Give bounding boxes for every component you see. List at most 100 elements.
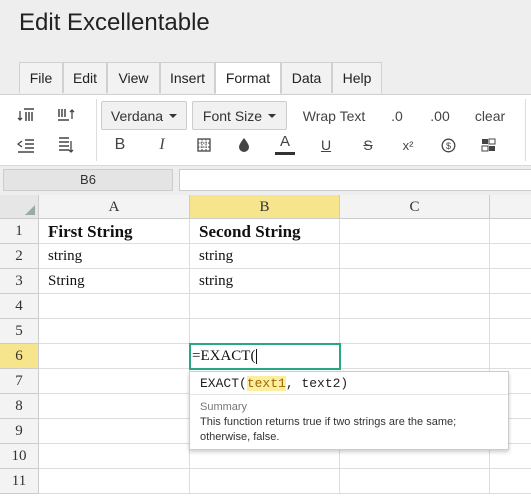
cell-d6[interactable] bbox=[490, 344, 531, 369]
cell-b3[interactable]: string bbox=[190, 269, 340, 294]
cell-a5[interactable] bbox=[39, 319, 190, 344]
chevron-down-icon bbox=[268, 113, 277, 118]
cell-a10[interactable] bbox=[39, 444, 190, 469]
row-header-3[interactable]: 3 bbox=[0, 269, 39, 294]
strikethrough-button[interactable]: S bbox=[356, 132, 380, 158]
svg-text:$: $ bbox=[445, 141, 450, 151]
cell-c4[interactable] bbox=[340, 294, 490, 319]
clear-format-button[interactable]: clear bbox=[470, 101, 510, 130]
currency-format-icon[interactable]: $ bbox=[436, 132, 460, 158]
font-size-select[interactable]: Font Size bbox=[192, 101, 287, 130]
row-header-6[interactable]: 6 bbox=[0, 344, 39, 369]
conditional-format-icon[interactable] bbox=[476, 132, 500, 158]
formula-input[interactable] bbox=[179, 169, 531, 191]
select-all-corner[interactable] bbox=[0, 195, 39, 219]
cell-b4[interactable] bbox=[190, 294, 340, 319]
row-header-5[interactable]: 5 bbox=[0, 319, 39, 344]
cell-c2[interactable] bbox=[340, 244, 490, 269]
tab-format[interactable]: Format bbox=[215, 62, 281, 94]
font-family-select[interactable]: Verdana bbox=[101, 101, 187, 130]
cell-reference[interactable]: B6 bbox=[3, 169, 173, 191]
row-header-8[interactable]: 8 bbox=[0, 394, 39, 419]
align-bottom-icon[interactable] bbox=[55, 103, 79, 127]
row-header-1[interactable]: 1 bbox=[0, 219, 39, 244]
page-title: Edit Excellentable bbox=[19, 9, 210, 36]
popup-divider bbox=[190, 394, 508, 395]
font-family-label: Verdana bbox=[110, 107, 164, 124]
tab-view[interactable]: View bbox=[107, 62, 160, 93]
cell-a11[interactable] bbox=[39, 469, 190, 494]
cell-a9[interactable] bbox=[39, 419, 190, 444]
font-color-button[interactable]: A bbox=[272, 130, 298, 158]
cell-c5[interactable] bbox=[340, 319, 490, 344]
row-header-10[interactable]: 10 bbox=[0, 444, 39, 469]
fill-color-icon[interactable] bbox=[232, 132, 256, 158]
cell-c1[interactable] bbox=[340, 219, 490, 244]
cell-a1[interactable]: First String bbox=[39, 219, 190, 244]
toolbar-divider bbox=[96, 99, 97, 161]
italic-button[interactable]: I bbox=[150, 132, 174, 158]
summary-label: Summary bbox=[200, 401, 248, 413]
function-signature[interactable]: EXACT(text1, text2) bbox=[200, 376, 348, 391]
cell-c3[interactable] bbox=[340, 269, 490, 294]
formula-bar: B6 bbox=[0, 165, 531, 196]
font-size-label: Font Size bbox=[202, 107, 263, 124]
cell-a2[interactable]: string bbox=[39, 244, 190, 269]
tab-file[interactable]: File bbox=[19, 62, 63, 93]
row-header-9[interactable]: 9 bbox=[0, 419, 39, 444]
cell-c11[interactable] bbox=[340, 469, 490, 494]
bold-button[interactable]: B bbox=[108, 132, 132, 158]
formula-autocomplete-popup: EXACT(text1, text2) Summary This functio… bbox=[189, 371, 509, 450]
active-parameter: text1 bbox=[246, 376, 286, 391]
decrease-decimals-button[interactable]: .0 bbox=[382, 101, 412, 130]
cell-d11[interactable] bbox=[490, 469, 531, 494]
increase-decimals-button[interactable]: .00 bbox=[424, 101, 456, 130]
cell-b5[interactable] bbox=[190, 319, 340, 344]
cell-editor-text: =EXACT( bbox=[192, 348, 256, 364]
wrap-text-button[interactable]: Wrap Text bbox=[296, 101, 372, 130]
outdent-icon[interactable] bbox=[14, 133, 38, 157]
cell-d4[interactable] bbox=[490, 294, 531, 319]
tab-edit[interactable]: Edit bbox=[63, 62, 107, 93]
borders-icon[interactable] bbox=[192, 132, 216, 158]
column-header-a[interactable]: A bbox=[39, 195, 190, 219]
cell-d3[interactable] bbox=[490, 269, 531, 294]
cell-a3[interactable]: String bbox=[39, 269, 190, 294]
cell-d2[interactable] bbox=[490, 244, 531, 269]
column-header-b[interactable]: B bbox=[190, 195, 340, 219]
cell-a4[interactable] bbox=[39, 294, 190, 319]
superscript-button[interactable]: x² bbox=[396, 132, 420, 158]
column-header-c[interactable]: C bbox=[340, 195, 490, 219]
cell-d5[interactable] bbox=[490, 319, 531, 344]
cell-c6[interactable] bbox=[340, 344, 490, 369]
indent-icon[interactable] bbox=[55, 133, 79, 157]
tab-data[interactable]: Data bbox=[281, 62, 332, 93]
row-header-4[interactable]: 4 bbox=[0, 294, 39, 319]
row-header-11[interactable]: 11 bbox=[0, 469, 39, 494]
tab-insert[interactable]: Insert bbox=[160, 62, 215, 93]
cell-editor-b6[interactable]: =EXACT( bbox=[189, 343, 341, 370]
font-color-swatch bbox=[275, 151, 295, 155]
font-color-label: A bbox=[279, 132, 290, 150]
cell-b11[interactable] bbox=[190, 469, 340, 494]
cell-a8[interactable] bbox=[39, 394, 190, 419]
underline-button[interactable]: U bbox=[314, 132, 338, 158]
chevron-down-icon bbox=[169, 113, 178, 118]
menu-bar: File Edit View Insert Format Data Help bbox=[0, 58, 531, 94]
spreadsheet-grid: A B C 1 2 3 4 5 6 7 8 9 10 11 First Stri… bbox=[0, 195, 531, 498]
title-bar: Edit Excellentable bbox=[0, 0, 531, 58]
cell-b2[interactable]: string bbox=[190, 244, 340, 269]
cell-b1[interactable]: Second String bbox=[190, 219, 340, 244]
cell-a6[interactable] bbox=[39, 344, 190, 369]
toolbar-divider bbox=[525, 99, 526, 161]
row-header-2[interactable]: 2 bbox=[0, 244, 39, 269]
function-name: EXACT( bbox=[200, 376, 247, 391]
remaining-parameters: , text2) bbox=[285, 376, 349, 391]
tab-help[interactable]: Help bbox=[332, 62, 382, 93]
column-header-overflow bbox=[490, 195, 531, 219]
cell-d1[interactable] bbox=[490, 219, 531, 244]
row-header-7[interactable]: 7 bbox=[0, 369, 39, 394]
format-toolbar: Verdana Font Size Wrap Text .0 .00 clear… bbox=[0, 94, 531, 165]
align-top-icon[interactable] bbox=[14, 103, 38, 127]
cell-a7[interactable] bbox=[39, 369, 190, 394]
